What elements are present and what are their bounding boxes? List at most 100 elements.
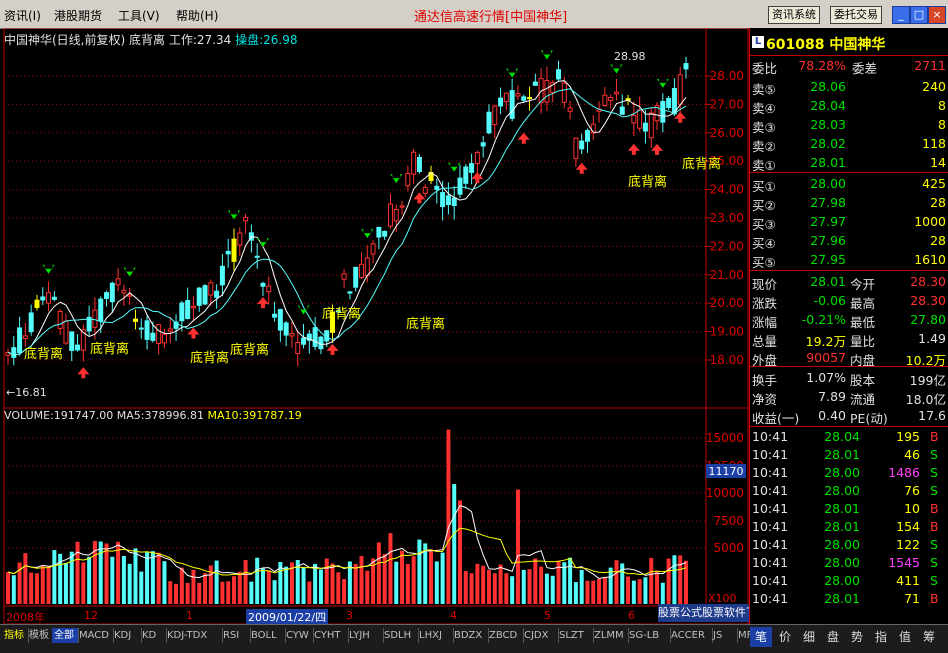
candle-body bbox=[202, 285, 208, 305]
panel-tab-6[interactable]: 值 bbox=[894, 627, 916, 647]
candle-body bbox=[556, 69, 562, 80]
candle-body bbox=[544, 79, 550, 103]
indicator-tab-sg-lb[interactable]: SG-LB bbox=[627, 628, 671, 643]
date-label: 5 bbox=[544, 609, 551, 622]
indicator-tab-cjdx[interactable]: CJDX bbox=[522, 628, 559, 643]
volume-bar bbox=[23, 553, 28, 604]
indicator-tab-cyht[interactable]: CYHT bbox=[312, 628, 349, 643]
sell-arrow-icon bbox=[123, 267, 136, 277]
indicator-tab-zlmm[interactable]: ZLMM bbox=[592, 628, 629, 643]
volume-bar bbox=[666, 558, 671, 604]
volume-bar bbox=[463, 570, 468, 604]
menu-hk-futures[interactable]: 港股期货 bbox=[54, 7, 102, 24]
fundamental-row-cell: 换手 bbox=[752, 373, 778, 388]
minimize-icon[interactable]: _ bbox=[892, 6, 910, 24]
candle-body bbox=[613, 91, 619, 95]
panel-tab-4[interactable]: 势 bbox=[846, 627, 868, 647]
volume-bar bbox=[145, 552, 150, 604]
indicator-tab-全部[interactable]: 全部 bbox=[52, 628, 79, 643]
ask-row: 卖⑤ 28.06 240 bbox=[752, 78, 946, 97]
candle-body bbox=[451, 197, 457, 206]
trade-button[interactable]: 委托交易 bbox=[830, 6, 882, 24]
candle-body bbox=[498, 97, 504, 107]
menu-help[interactable]: 帮助(H) bbox=[176, 7, 218, 24]
bid-row-cell: 买④ bbox=[752, 236, 776, 251]
price-tick-label: 24.00 bbox=[710, 183, 744, 197]
indicator-tab-boll[interactable]: BOLL bbox=[249, 628, 286, 643]
candle-body bbox=[602, 94, 608, 107]
buy-arrow-icon bbox=[77, 367, 90, 379]
panel-tab-1[interactable]: 价 bbox=[774, 627, 796, 647]
buy-arrow-icon bbox=[517, 132, 530, 144]
candle-body bbox=[416, 156, 422, 172]
tick-row-cell: 28.00 bbox=[824, 537, 860, 552]
sell-arrow-icon bbox=[256, 238, 269, 248]
candle-body bbox=[370, 243, 376, 255]
candle-body bbox=[161, 333, 167, 344]
volume-bar bbox=[486, 570, 491, 604]
panel-tab-3[interactable]: 盘 bbox=[822, 627, 844, 647]
stat-row-cell: 今开 bbox=[850, 277, 876, 292]
indicator-tab-模板[interactable]: 模板 bbox=[27, 628, 54, 643]
volume-bar bbox=[452, 484, 457, 604]
candle-body bbox=[237, 232, 243, 246]
volume-bar bbox=[52, 550, 57, 604]
price-tick-label: 27.00 bbox=[710, 97, 744, 111]
chart-header: 中国神华(日线,前复权) 底背离 工作:27.34 操盘:26.98 bbox=[4, 31, 298, 48]
indicator-tab-slzt[interactable]: SLZT bbox=[557, 628, 594, 643]
candle-body bbox=[63, 320, 69, 344]
ask-row-cell: 28.01 bbox=[810, 155, 846, 170]
divergence-label: 底背离 bbox=[24, 346, 63, 362]
candle-body bbox=[46, 292, 52, 304]
candle-body bbox=[277, 309, 283, 331]
indicator-tab-bdzx[interactable]: BDZX bbox=[452, 628, 489, 643]
tick-row-cell: 28.04 bbox=[824, 429, 860, 444]
volume-bar bbox=[232, 576, 236, 604]
info-system-button[interactable]: 资讯系统 bbox=[768, 6, 820, 24]
panel-tab-0[interactable]: 笔 bbox=[750, 627, 772, 647]
candle-body bbox=[115, 278, 121, 286]
maximize-icon[interactable]: □ bbox=[910, 6, 928, 24]
menu-info[interactable]: 资讯(I) bbox=[4, 7, 41, 24]
indicator-tab-lyjh[interactable]: LYJH bbox=[347, 628, 384, 643]
panel-separator bbox=[750, 366, 948, 367]
indicator-tab-js[interactable]: JS bbox=[711, 628, 738, 643]
tick-row-cell: 71 bbox=[904, 591, 920, 606]
panel-tab-7[interactable]: 筹 bbox=[918, 627, 940, 647]
high-marker-label: 28.98 bbox=[614, 50, 646, 63]
indicator-tab-kdj-tdx[interactable]: KDJ-TDX bbox=[165, 628, 223, 643]
commission-ratio-row-cell: 委差 bbox=[852, 61, 878, 76]
ask-row: 卖② 28.02 118 bbox=[752, 135, 946, 154]
indicator-tab-rsi[interactable]: RSI bbox=[221, 628, 251, 643]
stock-code: 601088 bbox=[766, 37, 825, 53]
indicator-tab-kd[interactable]: KD bbox=[140, 628, 167, 643]
indicator-tab-kdj[interactable]: KDJ bbox=[112, 628, 142, 643]
indicator-tab-lhxj[interactable]: LHXJ bbox=[417, 628, 454, 643]
indicator-tab-macd[interactable]: MACD bbox=[77, 628, 114, 643]
indicator-tab-sdlh[interactable]: SDLH bbox=[382, 628, 419, 643]
ask-row-cell: 8 bbox=[938, 98, 946, 113]
ask-row-cell: 8 bbox=[938, 117, 946, 132]
volume-bar bbox=[121, 555, 126, 604]
tick-row-cell: 411 bbox=[896, 573, 920, 588]
menu-tools[interactable]: 工具(V) bbox=[118, 7, 160, 24]
kline-chart[interactable]: 28.0027.0026.0025.0024.0023.0022.0021.00… bbox=[0, 28, 749, 624]
ma5-value: MA5:378996.81 bbox=[116, 409, 204, 422]
divergence-label: 底背离 bbox=[406, 316, 445, 332]
candle-body bbox=[469, 163, 475, 173]
indicator-tab-指标[interactable]: 指标 bbox=[2, 628, 29, 643]
volume-bar bbox=[591, 580, 596, 604]
panel-tab-2[interactable]: 细 bbox=[798, 627, 820, 647]
candle-body bbox=[22, 335, 28, 340]
volume-bar bbox=[614, 560, 619, 604]
close-icon[interactable]: × bbox=[928, 6, 946, 24]
ask-row-cell: 118 bbox=[922, 136, 946, 151]
panel-tab-5[interactable]: 指 bbox=[870, 627, 892, 647]
indicator-tab-cyw[interactable]: CYW bbox=[284, 628, 314, 643]
volume-bar bbox=[11, 575, 16, 604]
indicator-tab-zbcd[interactable]: ZBCD bbox=[487, 628, 524, 643]
app-title: 通达信高速行情[中国神华] bbox=[414, 10, 568, 25]
candle-body bbox=[318, 336, 324, 350]
tick-row-cell: 28.00 bbox=[824, 555, 860, 570]
indicator-tab-accer[interactable]: ACCER bbox=[669, 628, 713, 643]
